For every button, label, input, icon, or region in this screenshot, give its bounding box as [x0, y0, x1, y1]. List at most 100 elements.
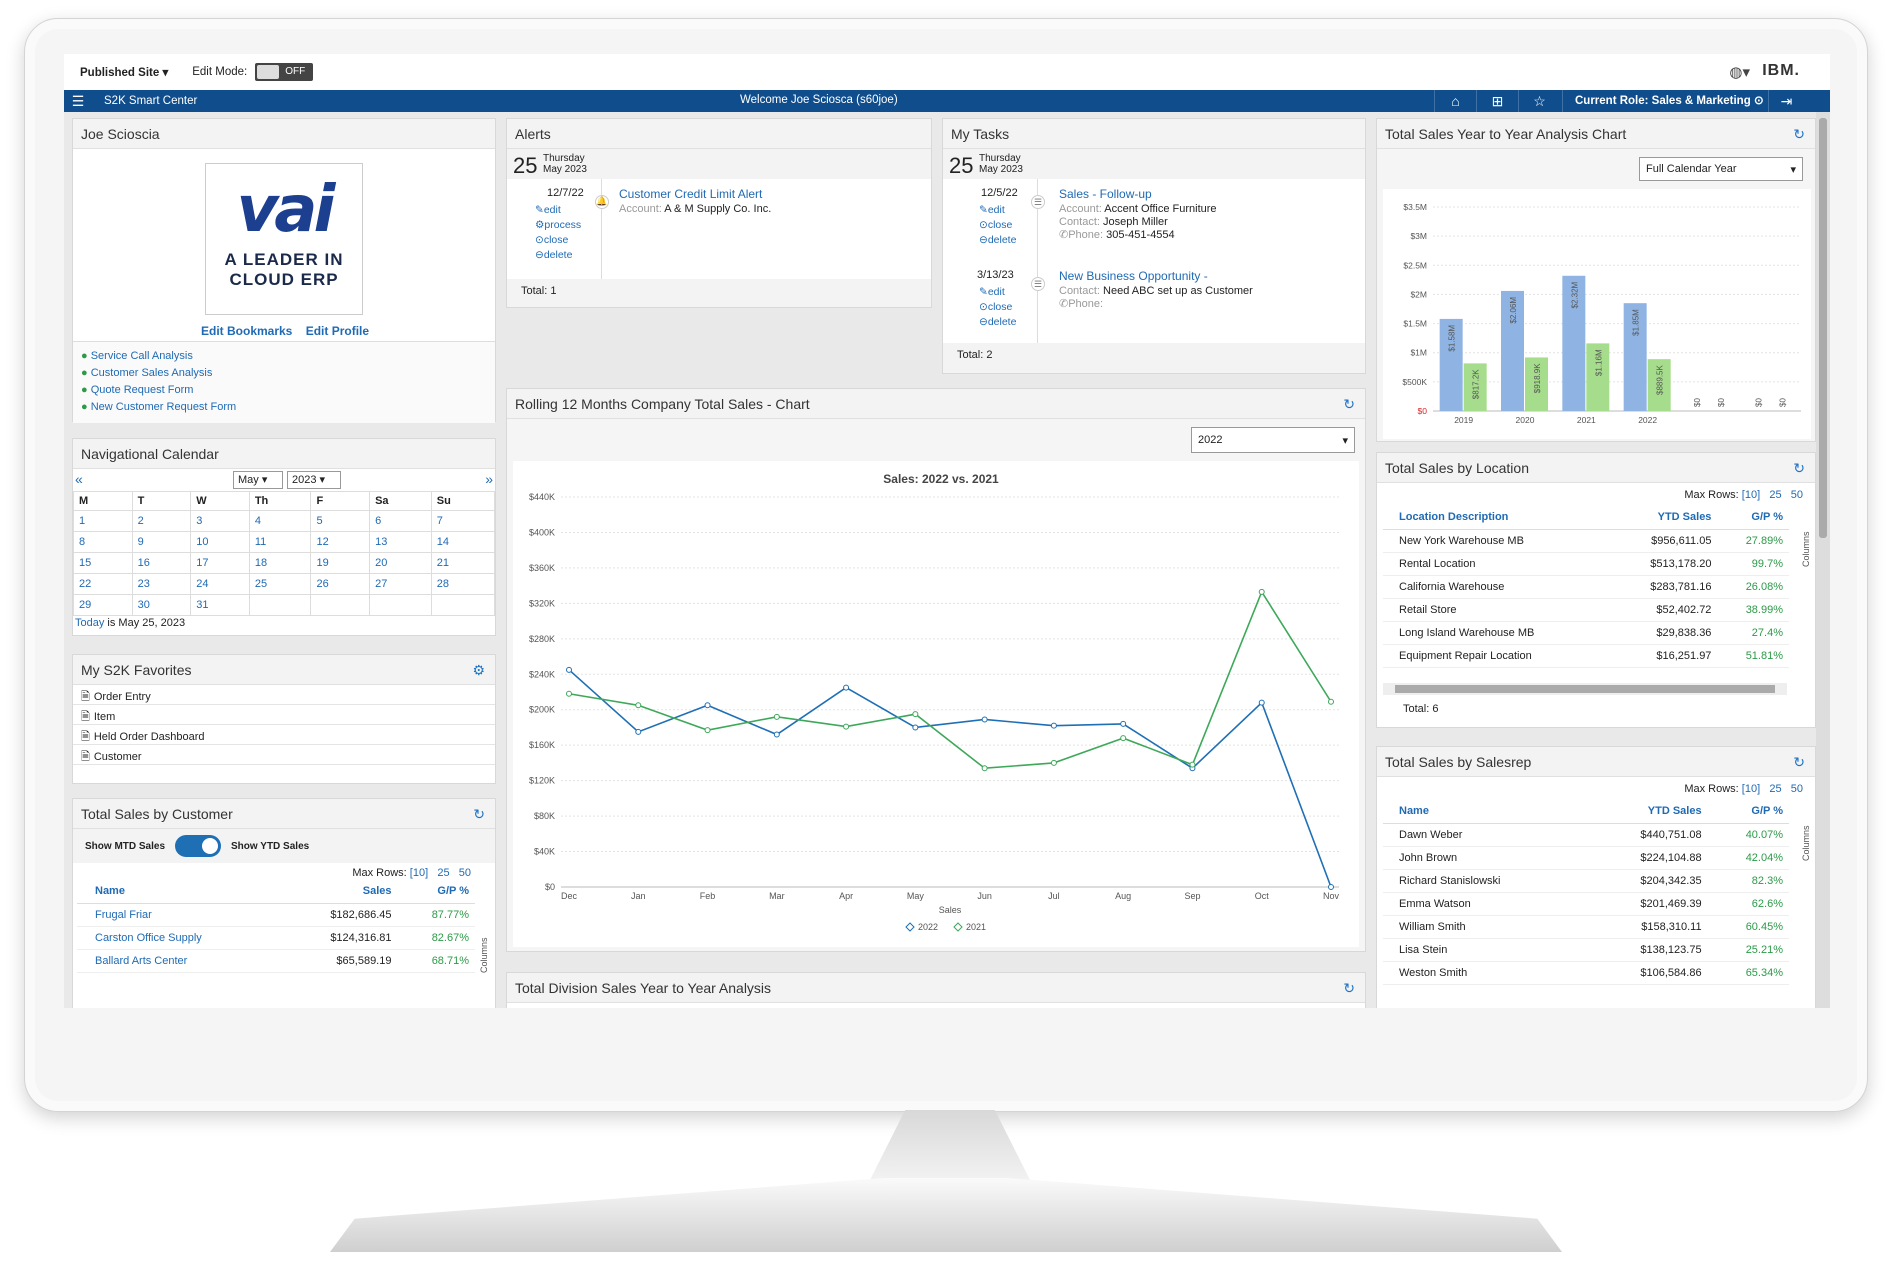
page-scrollbar[interactable] — [1816, 112, 1830, 1008]
favorite-item[interactable]: 🗎 Held Order Dashboard — [73, 725, 495, 745]
refresh-icon[interactable]: ↻ — [1793, 460, 1805, 477]
calendar-day[interactable]: 5 — [310, 510, 371, 532]
bookmark-link[interactable]: Service Call Analysis — [91, 350, 193, 362]
bookmark-item[interactable]: ● New Customer Request Form — [81, 399, 487, 416]
table-row[interactable]: Frugal Friar $182,686.45 87.77% — [77, 903, 475, 927]
calendar-day[interactable]: 4 — [248, 510, 312, 532]
col-sales[interactable]: Sales — [282, 879, 398, 904]
calendar-day[interactable]: 16 — [131, 552, 192, 574]
table-row[interactable]: Rental Location $513,178.20 99.7% — [1383, 552, 1789, 576]
refresh-icon[interactable]: ↻ — [1343, 396, 1355, 413]
scrollbar-thumb[interactable] — [1819, 118, 1827, 538]
period-select[interactable]: Full Calendar Year ▾ — [1639, 157, 1803, 181]
calendar-day[interactable]: 24 — [190, 573, 250, 595]
col-name[interactable]: Name — [77, 879, 283, 904]
bookmark-item[interactable]: ● Customer Sales Analysis — [81, 365, 487, 382]
calendar-day[interactable]: 7 — [430, 510, 496, 532]
calendar-day[interactable]: 9 — [131, 531, 192, 553]
data-point[interactable] — [1328, 698, 1334, 705]
calendar-day[interactable]: 18 — [248, 552, 312, 574]
calendar-day[interactable]: 25 — [248, 573, 312, 595]
process-action[interactable]: ⚙process — [535, 218, 581, 233]
today-link[interactable]: Today — [75, 617, 104, 629]
data-point[interactable] — [981, 716, 988, 723]
table-row[interactable]: California Warehouse $283,781.16 26.08% — [1383, 575, 1789, 599]
data-point[interactable] — [843, 723, 850, 730]
mtd-ytd-toggle[interactable] — [175, 835, 222, 857]
data-point[interactable] — [1120, 735, 1127, 742]
globe-icon[interactable]: ◍▾ — [1729, 63, 1750, 81]
edit-action[interactable]: ✎edit — [535, 203, 581, 218]
scrollbar-thumb[interactable] — [1395, 685, 1775, 693]
table-row[interactable]: Retail Store $52,402.72 38.99% — [1383, 598, 1789, 622]
calendar-day[interactable]: 20 — [369, 552, 432, 574]
max-rows-25[interactable]: 25 — [437, 867, 449, 879]
legend-label[interactable]: 2022 — [918, 922, 938, 932]
data-point[interactable] — [1120, 720, 1127, 727]
columns-tab[interactable]: Columns — [1801, 825, 1811, 861]
refresh-icon[interactable]: ↻ — [1343, 980, 1355, 997]
data-point[interactable] — [843, 684, 850, 691]
favorite-item[interactable]: 🗎 Item — [73, 705, 495, 725]
col-gp[interactable]: G/P % — [1717, 505, 1789, 530]
calendar-day[interactable]: 31 — [190, 594, 250, 616]
edit-action[interactable]: ✎edit — [979, 203, 1016, 218]
calendar-day[interactable]: 21 — [430, 552, 496, 574]
add-page-icon[interactable]: ⊞ — [1476, 90, 1518, 112]
month-select[interactable]: May ▾ — [233, 471, 283, 489]
col-gp[interactable]: G/P % — [397, 879, 475, 904]
calendar-day[interactable]: 13 — [369, 531, 432, 553]
table-row[interactable]: William Smith $158,310.11 60.45% — [1383, 915, 1789, 939]
max-rows-25[interactable]: 25 — [1769, 783, 1781, 795]
edit-action[interactable]: ✎edit — [979, 285, 1016, 300]
refresh-icon[interactable]: ↻ — [473, 806, 485, 823]
data-point[interactable] — [773, 713, 780, 720]
max-rows-50[interactable]: 50 — [1791, 489, 1803, 501]
col-ytd-sales[interactable]: YTD Sales — [1586, 799, 1708, 824]
name-cell[interactable]: Ballard Arts Center — [77, 949, 283, 973]
delete-action[interactable]: ⊖delete — [979, 315, 1016, 330]
calendar-day[interactable]: 10 — [190, 531, 250, 553]
hamburger-menu-icon[interactable]: ☰ — [64, 93, 92, 110]
current-role-selector[interactable]: Current Role: Sales & Marketing ⊙ — [1562, 90, 1764, 112]
delete-action[interactable]: ⊖delete — [979, 233, 1016, 248]
logout-icon[interactable]: ⇥ — [1768, 90, 1804, 112]
refresh-icon[interactable]: ↻ — [1793, 754, 1805, 771]
calendar-day[interactable]: 29 — [73, 594, 133, 616]
max-rows-10[interactable]: [10] — [1742, 783, 1760, 795]
close-action[interactable]: ⊙close — [979, 218, 1016, 233]
calendar-day[interactable]: 15 — [73, 552, 133, 574]
legend-label[interactable]: 2021 — [966, 922, 986, 932]
table-row[interactable]: Richard Stanislowski $204,342.35 82.3% — [1383, 869, 1789, 893]
name-cell[interactable]: Carston Office Supply — [77, 926, 283, 950]
max-rows-50[interactable]: 50 — [1791, 783, 1803, 795]
bookmark-item[interactable]: ● Service Call Analysis — [81, 348, 487, 365]
col-location[interactable]: Location Description — [1383, 505, 1612, 530]
bookmark-link[interactable]: New Customer Request Form — [91, 401, 237, 413]
alert-title-link[interactable]: Customer Credit Limit Alert — [619, 187, 762, 201]
calendar-day[interactable]: 30 — [131, 594, 192, 616]
bookmark-link[interactable]: Quote Request Form — [91, 384, 194, 396]
year-select[interactable]: 2022 ▾ — [1191, 427, 1355, 453]
columns-tab[interactable]: Columns — [1801, 531, 1811, 567]
bookmark-item[interactable]: ● Quote Request Form — [81, 382, 487, 399]
refresh-icon[interactable]: ↻ — [1793, 126, 1805, 143]
data-point[interactable] — [1258, 588, 1265, 595]
data-point[interactable] — [566, 666, 572, 673]
data-point[interactable] — [912, 711, 919, 718]
data-point[interactable] — [566, 690, 572, 697]
table-row[interactable]: Long Island Warehouse MB $29,838.36 27.4% — [1383, 621, 1789, 645]
task-title-link[interactable]: New Business Opportunity - — [1059, 269, 1208, 283]
favorite-item[interactable]: 🗎 Customer — [73, 745, 495, 765]
data-point[interactable] — [1328, 884, 1334, 890]
calendar-day[interactable]: 19 — [310, 552, 371, 574]
table-row[interactable]: Dawn Weber $440,751.08 40.07% — [1383, 823, 1789, 847]
next-month-button[interactable]: » — [485, 471, 493, 487]
col-name[interactable]: Name — [1383, 799, 1587, 824]
delete-action[interactable]: ⊖delete — [535, 248, 581, 263]
calendar-day[interactable]: 6 — [369, 510, 432, 532]
data-point[interactable] — [1050, 759, 1057, 766]
edit-profile-link[interactable]: Edit Profile — [306, 324, 369, 338]
calendar-day[interactable]: 22 — [73, 573, 133, 595]
table-row[interactable]: Lisa Stein $138,123.75 25.21% — [1383, 938, 1789, 962]
